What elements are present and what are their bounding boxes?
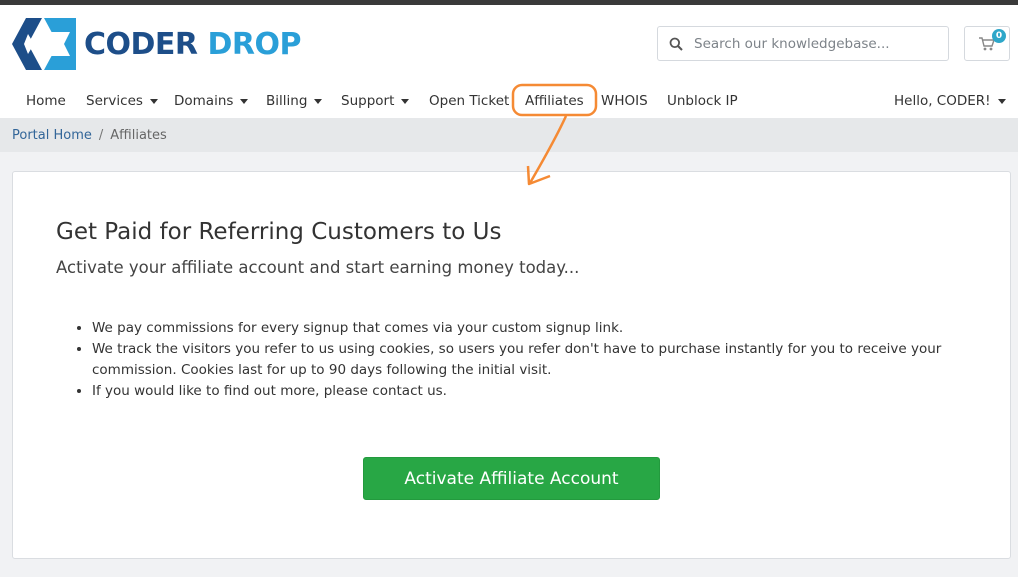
nav-domains-label: Domains xyxy=(174,93,234,109)
nav-home-label: Home xyxy=(26,93,66,109)
search-input[interactable] xyxy=(694,35,934,52)
page-subtitle: Activate your affiliate account and star… xyxy=(56,258,580,277)
breadcrumb-portal-home[interactable]: Portal Home xyxy=(12,128,92,143)
list-item: We pay commissions for every signup that… xyxy=(92,318,972,339)
header: CODER DROP 0 Home Services Domains Billi… xyxy=(0,5,1018,118)
caret-down-icon xyxy=(997,98,1006,104)
benefits-list: We pay commissions for every signup that… xyxy=(92,318,972,402)
nav-open-ticket-label: Open Ticket xyxy=(429,93,510,109)
nav-services[interactable]: Services xyxy=(86,87,158,115)
nav-unblock-ip-label: Unblock IP xyxy=(667,93,738,109)
nav-affiliates[interactable]: Affiliates xyxy=(525,87,584,115)
caret-down-icon xyxy=(314,98,323,104)
logo[interactable]: CODER DROP xyxy=(12,16,301,72)
nav-user-menu[interactable]: Hello, CODER! xyxy=(894,87,1006,115)
caret-down-icon xyxy=(240,98,249,104)
nav-affiliates-label: Affiliates xyxy=(525,93,584,109)
caret-down-icon xyxy=(401,98,410,104)
list-item: If you would like to find out more, plea… xyxy=(92,381,972,402)
nav-unblock-ip[interactable]: Unblock IP xyxy=(667,87,738,115)
cart-button[interactable]: 0 xyxy=(964,26,1010,61)
nav-user-label: Hello, CODER! xyxy=(894,93,991,109)
search-icon[interactable] xyxy=(658,37,694,51)
nav-home[interactable]: Home xyxy=(26,87,66,115)
logo-text: CODER DROP xyxy=(84,27,301,62)
activate-affiliate-button[interactable]: Activate Affiliate Account xyxy=(363,457,660,500)
nav-open-ticket[interactable]: Open Ticket xyxy=(429,87,509,115)
page-title: Get Paid for Referring Customers to Us xyxy=(56,219,502,245)
nav-support-label: Support xyxy=(341,93,395,109)
logo-word-coder: CODER xyxy=(84,26,198,62)
nav-whois-label: WHOIS xyxy=(601,93,648,109)
nav-billing[interactable]: Billing xyxy=(266,87,323,115)
affiliate-card: Get Paid for Referring Customers to Us A… xyxy=(12,171,1011,559)
caret-down-icon xyxy=(149,98,158,104)
nav-support[interactable]: Support xyxy=(341,87,410,115)
nav-services-label: Services xyxy=(86,93,143,109)
nav-whois[interactable]: WHOIS xyxy=(601,87,648,115)
list-item: We track the visitors you refer to us us… xyxy=(92,339,972,381)
breadcrumb-current: Affiliates xyxy=(110,127,167,143)
nav-billing-label: Billing xyxy=(266,93,308,109)
breadcrumb: Portal Home / Affiliates xyxy=(0,118,1018,152)
logo-icon xyxy=(12,18,76,70)
cart-count-badge: 0 xyxy=(992,29,1006,43)
search-box[interactable] xyxy=(657,26,949,61)
breadcrumb-separator: / xyxy=(98,127,104,143)
main-nav: Home Services Domains Billing Support Op… xyxy=(0,87,1018,115)
nav-domains[interactable]: Domains xyxy=(174,87,249,115)
logo-word-drop: DROP xyxy=(207,26,301,62)
